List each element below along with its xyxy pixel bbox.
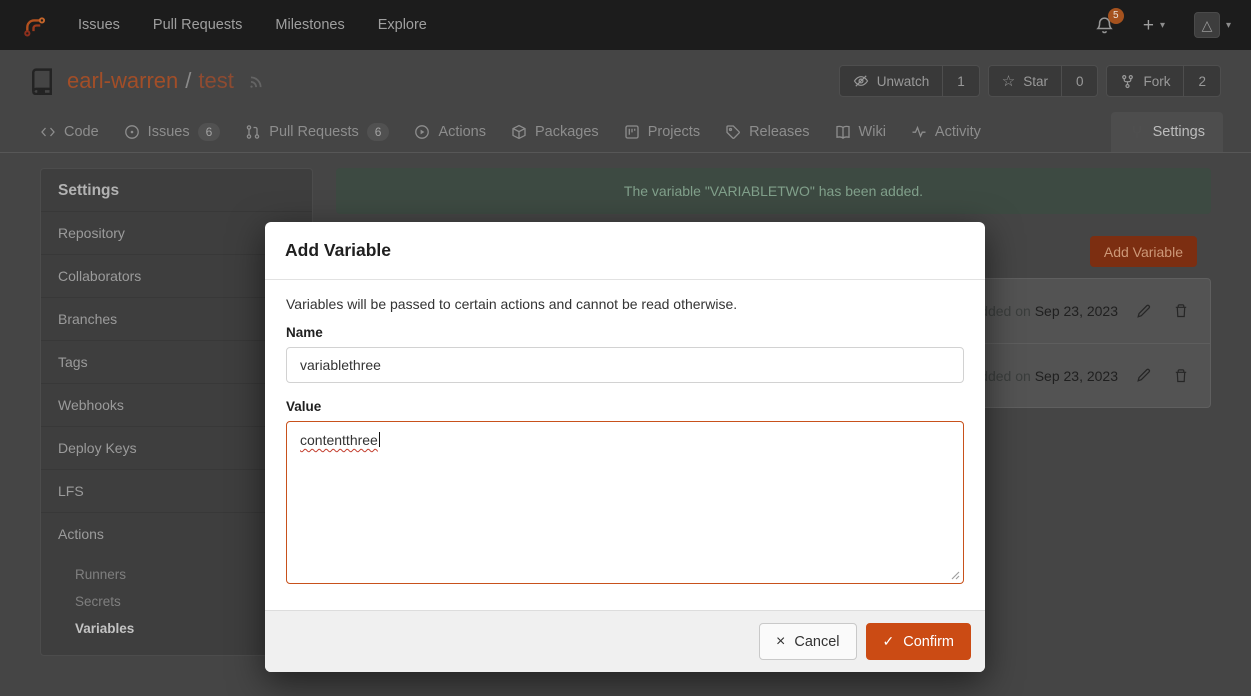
top-navbar: Issues Pull Requests Milestones Explore … (0, 0, 1251, 50)
nav-link-pull-requests[interactable]: Pull Requests (153, 17, 242, 33)
repo-title: earl-warren / test (67, 68, 234, 94)
star-label: Star (1023, 74, 1048, 89)
nav-link-issues[interactable]: Issues (78, 17, 120, 33)
tab-label: Settings (1153, 124, 1205, 140)
pulse-icon (911, 124, 927, 140)
chevron-down-icon: ▾ (1160, 20, 1165, 31)
package-icon (511, 124, 527, 140)
edit-variable-button[interactable] (1135, 303, 1152, 320)
create-new-dropdown[interactable]: + ▾ (1143, 16, 1165, 35)
modal-body: Variables will be passed to certain acti… (265, 280, 985, 584)
name-label: Name (286, 325, 964, 340)
check-icon: ✓ (883, 633, 895, 650)
flash-success-message: The variable "VARIABLETWO" has been adde… (336, 168, 1211, 214)
star-button[interactable]: ☆ Star 0 (988, 65, 1099, 97)
project-icon (624, 124, 640, 140)
pull-request-icon (245, 124, 261, 140)
modal-footer: × Cancel ✓ Confirm (265, 610, 985, 672)
tab-pull-requests[interactable]: Pull Requests 6 (245, 112, 389, 152)
repo-owner-link[interactable]: earl-warren (67, 68, 178, 94)
confirm-label: Confirm (903, 634, 954, 650)
tab-label: Code (64, 124, 99, 140)
sidebar-header: Settings (41, 171, 312, 212)
tab-settings[interactable]: Settings (1111, 112, 1223, 152)
fork-icon (1120, 74, 1135, 89)
add-variable-button[interactable]: Add Variable (1090, 236, 1197, 267)
issues-count-badge: 6 (198, 123, 221, 141)
tab-code[interactable]: Code (40, 112, 99, 152)
modal-title: Add Variable (265, 222, 985, 280)
user-menu-dropdown[interactable]: △ ▾ (1194, 12, 1231, 38)
tab-label: Projects (648, 124, 700, 140)
tab-releases[interactable]: Releases (725, 112, 809, 152)
tab-label: Pull Requests (269, 124, 358, 140)
wrench-icon (1129, 124, 1145, 140)
notifications-button[interactable]: 5 (1095, 16, 1114, 35)
repo-name-link[interactable]: test (198, 68, 233, 94)
code-icon (40, 124, 56, 140)
delete-variable-button[interactable] (1173, 303, 1189, 319)
confirm-button[interactable]: ✓ Confirm (866, 623, 972, 660)
repo-separator: / (185, 68, 191, 94)
tab-label: Activity (935, 124, 981, 140)
tab-label: Wiki (859, 124, 886, 140)
variable-added-meta: Added on Sep 23, 2023 (971, 303, 1118, 319)
value-label: Value (286, 399, 964, 414)
tab-label: Issues (148, 124, 190, 140)
edit-variable-button[interactable] (1135, 367, 1152, 384)
eye-slash-icon (853, 73, 869, 89)
tab-label: Releases (749, 124, 809, 140)
unwatch-label: Unwatch (877, 74, 930, 89)
tab-projects[interactable]: Projects (624, 112, 700, 152)
avatar: △ (1194, 12, 1220, 38)
watchers-count[interactable]: 1 (942, 66, 979, 96)
repository-icon (28, 67, 56, 95)
close-icon: × (776, 633, 785, 651)
delete-variable-button[interactable] (1173, 368, 1189, 384)
tab-issues[interactable]: Issues 6 (124, 112, 221, 152)
tag-icon (725, 124, 741, 140)
rss-icon[interactable] (247, 72, 265, 90)
forks-count[interactable]: 2 (1183, 66, 1220, 96)
value-textarea[interactable]: contentthree (286, 421, 964, 584)
variable-added-date: Sep 23, 2023 (1035, 303, 1118, 319)
tab-label: Packages (535, 124, 599, 140)
repo-actions: Unwatch 1 ☆ Star 0 Fork 2 (839, 65, 1221, 97)
nav-link-milestones[interactable]: Milestones (275, 17, 344, 33)
nav-link-explore[interactable]: Explore (378, 17, 427, 33)
pulls-count-badge: 6 (367, 123, 390, 141)
text-cursor (379, 432, 381, 447)
stars-count[interactable]: 0 (1061, 66, 1098, 96)
fork-label: Fork (1143, 74, 1170, 89)
repo-tabbar: Code Issues 6 Pull Requests 6 Actions (0, 112, 1251, 153)
repo-header: earl-warren / test Unwatch 1 (28, 60, 1221, 102)
tab-wiki[interactable]: Wiki (835, 112, 886, 152)
chevron-down-icon: ▾ (1226, 20, 1231, 31)
variable-added-meta: Added on Sep 23, 2023 (971, 368, 1118, 384)
navbar-right: 5 + ▾ △ ▾ (1095, 12, 1231, 38)
variable-added-date: Sep 23, 2023 (1035, 368, 1118, 384)
notification-count-badge: 5 (1108, 8, 1124, 24)
modal-description: Variables will be passed to certain acti… (286, 296, 964, 312)
tab-activity[interactable]: Activity (911, 112, 981, 152)
avatar-triangle-icon: △ (1202, 17, 1213, 34)
tab-packages[interactable]: Packages (511, 112, 599, 152)
play-circle-icon (414, 124, 430, 140)
plus-icon: + (1143, 16, 1154, 35)
book-icon (835, 124, 851, 140)
tab-actions[interactable]: Actions (414, 112, 486, 152)
cancel-label: Cancel (794, 634, 839, 650)
star-icon: ☆ (1002, 72, 1015, 90)
resize-handle-icon[interactable] (949, 569, 960, 580)
forgejo-logo-icon[interactable] (20, 12, 47, 39)
add-variable-modal: Add Variable Variables will be passed to… (265, 222, 985, 672)
issue-icon (124, 124, 140, 140)
name-input[interactable] (286, 347, 964, 383)
tab-label: Actions (438, 124, 486, 140)
value-text: contentthree (300, 432, 378, 448)
cancel-button[interactable]: × Cancel (759, 623, 856, 660)
fork-button[interactable]: Fork 2 (1106, 65, 1221, 97)
unwatch-button[interactable]: Unwatch 1 (839, 65, 980, 97)
